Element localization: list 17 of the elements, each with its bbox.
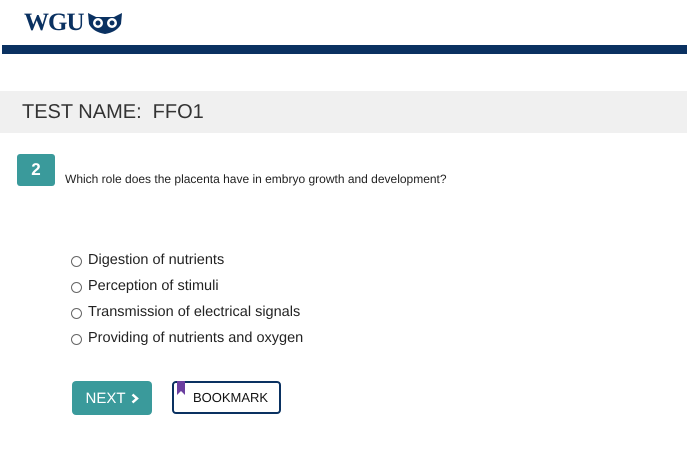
- answer-option[interactable]: Providing of nutrients and oxygen: [88, 330, 304, 346]
- answer-option[interactable]: Digestion of nutrients: [88, 252, 224, 268]
- test-name-label: TEST NAME:: [22, 100, 142, 124]
- answer-option[interactable]: Perception of stimuli: [88, 278, 219, 294]
- radio-button[interactable]: [71, 282, 82, 293]
- chevron-right-icon: [130, 392, 138, 404]
- question-number: 2: [17, 154, 55, 186]
- test-name: FFO1: [152, 100, 204, 124]
- question-text: Which role does the placenta have in embryo growth and development?: [65, 172, 447, 186]
- owl-logo-icon: [86, 12, 122, 34]
- radio-button[interactable]: [71, 256, 82, 267]
- radio-button[interactable]: [71, 308, 82, 319]
- answer-option[interactable]: Transmission of electrical signals: [88, 304, 300, 320]
- bookmark-button[interactable]: BOOKMARK: [172, 381, 281, 414]
- radio-button[interactable]: [71, 334, 82, 345]
- bookmark-icon: [177, 381, 185, 395]
- logo-text: WGU: [24, 8, 84, 36]
